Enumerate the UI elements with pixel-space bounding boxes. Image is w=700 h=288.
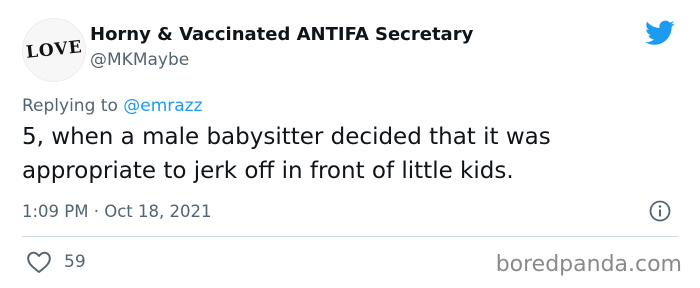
author-display-name[interactable]: Horny & Vaccinated ANTIFA Secretary [90,24,473,45]
heart-icon[interactable] [26,250,52,274]
twitter-bird-icon[interactable] [645,20,675,46]
replying-to: Replying to @emrazz [22,96,203,116]
author-handle[interactable]: @MKMaybe [90,50,189,70]
tweet-card: LOVE Horny & Vaccinated ANTIFA Secretary… [0,0,700,288]
info-icon[interactable] [648,199,672,223]
avatar-logo-text: LOVE [24,37,84,63]
tweet-timestamp[interactable]: 1:09 PM · Oct 18, 2021 [22,202,211,221]
like-count: 59 [64,252,86,272]
like-button[interactable]: 59 [26,250,86,274]
watermark: boredpanda.com [495,252,682,277]
divider [22,236,678,237]
tweet-text: 5, when a male babysitter decided that i… [22,124,551,184]
avatar[interactable]: LOVE [22,18,86,82]
replying-to-label: Replying to [22,96,124,116]
reply-mention-link[interactable]: @emrazz [123,96,202,116]
